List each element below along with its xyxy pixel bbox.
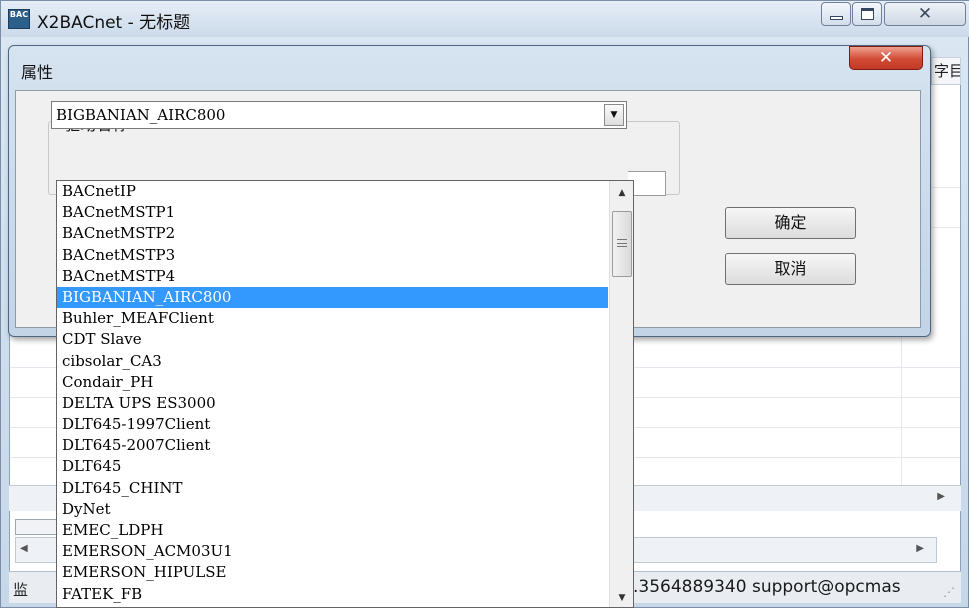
scroll-thumb[interactable] [612,211,632,277]
dropdown-item[interactable]: DLT645-2007Client [57,435,608,456]
dropdown-item[interactable]: BACnetMSTP3 [57,245,608,266]
ok-button[interactable]: 确定 [725,207,856,239]
dropdown-item[interactable]: CDT Slave [57,329,608,350]
app-icon: BAC [8,9,30,29]
maximize-button[interactable] [852,2,882,26]
status-contact-text: .3564889340 support@opcmas [633,577,901,597]
grip-icon [617,239,627,247]
dropdown-item[interactable]: FATEK_FB [57,584,608,605]
dropdown-item[interactable]: EMERSON_HIPULSE [57,562,608,583]
scroll-right-icon[interactable]: ▶ [937,491,945,502]
window-title: X2BACnet - 无标题 [37,13,191,33]
chevron-down-icon[interactable]: ▼ [604,104,624,126]
driver-name-combobox[interactable]: BIGBANIAN_AIRC800 ▼ [51,101,627,129]
scroll-left-icon[interactable]: ◀ [20,543,28,554]
driver-dropdown-list[interactable]: BACnetIP BACnetMSTP1 BACnetMSTP2 BACnetMSTP… [56,180,634,608]
maximize-icon [861,8,874,20]
close-icon: ✕ [878,48,894,68]
column-header-fragment[interactable]: 字目 [931,57,961,85]
close-icon: ✕ [917,4,933,24]
minimize-button[interactable] [821,2,851,26]
scroll-right-icon[interactable]: ▶ [916,543,924,554]
dropdown-item[interactable]: BACnetMSTP1 [57,202,608,223]
dropdown-item[interactable]: Condair_PH [57,372,608,393]
dropdown-item[interactable]: Buhler_MEAFClient [57,308,608,329]
dialog-title: 属性 [21,63,54,82]
resize-grip-icon[interactable]: ⋰ [943,585,955,599]
dropdown-items: BACnetIP BACnetMSTP1 BACnetMSTP2 BACnetMSTP… [57,181,608,607]
combobox-value: BIGBANIAN_AIRC800 [56,106,226,124]
window-close-button[interactable]: ✕ [884,2,966,26]
dropdown-item[interactable]: DyNet [57,499,608,520]
dropdown-scrollbar[interactable]: ▲ ▼ [609,181,633,607]
dropdown-item[interactable]: DLT645_CHINT [57,478,608,499]
dropdown-item[interactable]: BACnetIP [57,181,608,202]
dropdown-item[interactable]: DELTA UPS ES3000 [57,393,608,414]
dropdown-item[interactable]: BACnetMSTP2 [57,223,608,244]
dialog-close-button[interactable]: ✕ [849,46,923,70]
dropdown-item[interactable]: EMERSON_ACM03U1 [57,541,608,562]
dropdown-item[interactable]: BACnetMSTP4 [57,266,608,287]
status-left-label: 监 [13,581,29,599]
cancel-button[interactable]: 取消 [725,253,856,285]
dropdown-item[interactable]: BIGBANIAN_AIRC800 [57,286,608,309]
dropdown-item[interactable]: DLT645-1997Client [57,414,608,435]
scroll-down-icon[interactable]: ▼ [610,589,633,607]
dropdown-item[interactable]: cibsolar_CA3 [57,351,608,372]
main-titlebar[interactable]: BAC X2BACnet - 无标题 ✕ [1,1,969,37]
minimize-icon [830,16,843,20]
dropdown-item[interactable]: EMEC_LDPH [57,520,608,541]
dropdown-item[interactable]: DLT645 [57,456,608,477]
scroll-up-icon[interactable]: ▲ [610,183,633,203]
